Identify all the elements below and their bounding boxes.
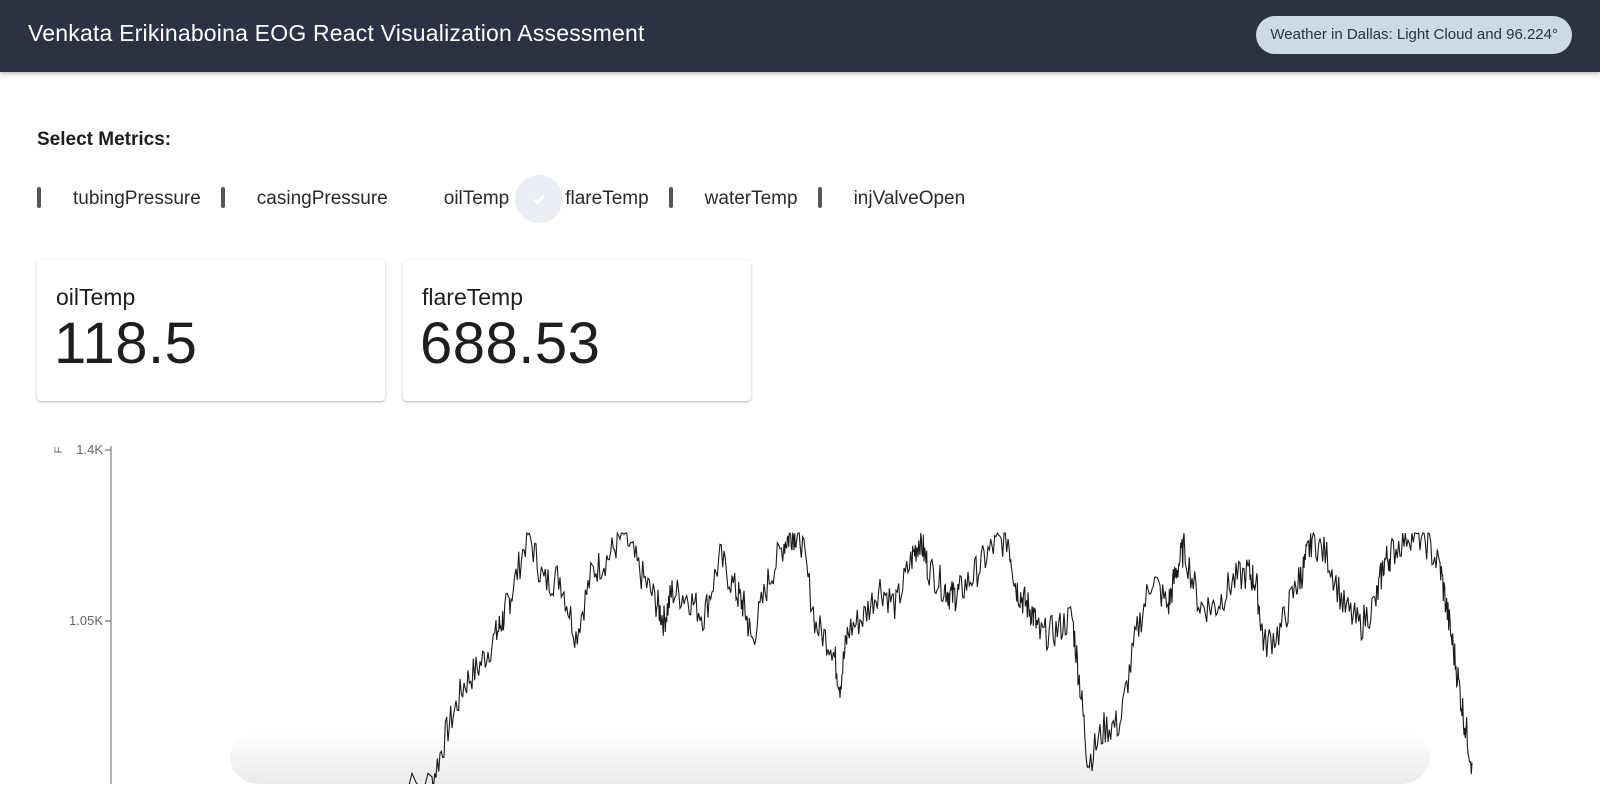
card-value: 688.53 (420, 311, 601, 376)
casingpressure-checkbox[interactable] (220, 187, 225, 208)
tubingpressure-checkbox[interactable] (37, 187, 41, 208)
line-chart: 1.4K 1.05K F (53, 442, 1473, 789)
app-title: Venkata Erikinaboina EOG React Visualiza… (28, 20, 645, 46)
y-axis-label: F (53, 446, 65, 453)
metric-checkbox-group: tubingPressure casingPressure oilTemp fl… (37, 175, 985, 223)
metric-card-oiltemp: oilTemp 118.5 (37, 260, 385, 401)
watertemp-checkbox[interactable] (668, 187, 673, 208)
card-title: flareTemp (422, 284, 523, 310)
metric-option-casingpressure[interactable]: casingPressure (220, 187, 388, 210)
metric-option-flaretemp[interactable]: flareTemp (515, 175, 649, 223)
metric-label: flareTemp (565, 188, 649, 209)
injvalveopen-checkbox[interactable] (817, 187, 822, 208)
y-tick-label: 1.4K (76, 442, 103, 457)
select-metrics-heading: Select Metrics: (37, 129, 172, 150)
metric-label: oilTemp (443, 188, 510, 209)
metric-option-tubingpressure[interactable]: tubingPressure (37, 187, 201, 210)
y-tick-label: 1.05K (69, 613, 103, 628)
metric-option-watertemp[interactable]: waterTemp (668, 187, 798, 210)
checkmark-icon (533, 194, 546, 205)
metric-option-injvalveopen[interactable]: injValveOpen (817, 187, 966, 210)
chart-shadow (230, 730, 1430, 784)
weather-chip[interactable]: Weather in Dallas: Light Cloud and 96.22… (1256, 16, 1572, 54)
card-title: oilTemp (56, 284, 136, 310)
app-bar: Venkata Erikinaboina EOG React Visualiza… (0, 0, 1600, 72)
card-value: 118.5 (54, 311, 198, 376)
metric-label: waterTemp (704, 188, 798, 209)
metric-label: injValveOpen (853, 188, 966, 209)
metric-chart: 1.4K 1.05K F (0, 430, 1600, 789)
metric-option-oiltemp[interactable]: oilTemp (408, 188, 509, 210)
metric-label: tubingPressure (73, 188, 201, 209)
metric-label: casingPressure (256, 188, 388, 209)
metric-card-flaretemp: flareTemp 688.53 (403, 260, 751, 401)
checkmark-icon (411, 194, 424, 205)
